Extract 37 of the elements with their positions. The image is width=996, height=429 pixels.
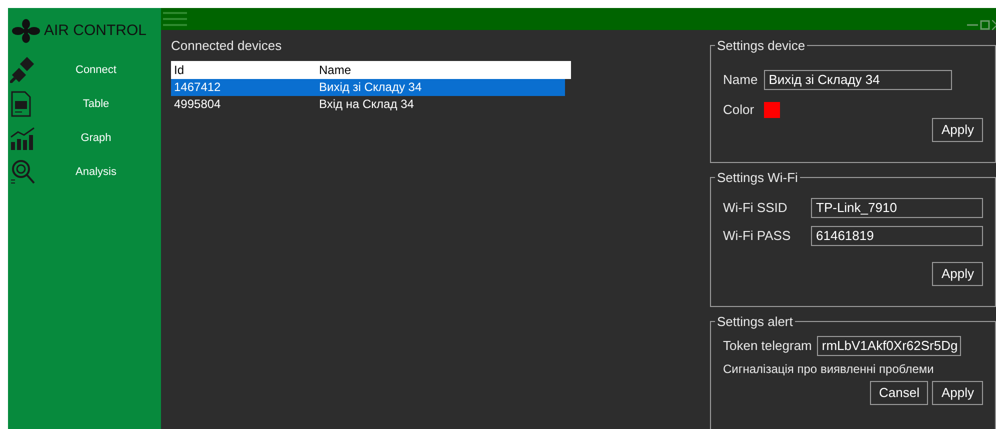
field-label: Wi-Fi SSID xyxy=(723,199,788,218)
app-title: AIR CONTROL xyxy=(44,20,147,41)
text-field[interactable]: rmLbV1Akf0Xr62Sr5Dg xyxy=(816,336,961,356)
table-cell-text: 1467412 xyxy=(173,79,222,96)
document-icon xyxy=(10,91,32,117)
apply-button[interactable]: Cansel xyxy=(870,381,928,405)
magnifier-icon xyxy=(10,159,36,185)
color-swatch[interactable] xyxy=(764,102,780,118)
fan-logo-icon xyxy=(12,19,40,43)
apply-button[interactable]: Apply xyxy=(932,262,983,286)
column-header[interactable]: Name xyxy=(316,60,571,78)
alert-message: Сигналізація про виявленні проблеми xyxy=(723,361,935,378)
apply-button[interactable]: Apply xyxy=(932,118,983,142)
apply-button[interactable]: Apply xyxy=(932,381,983,405)
table-row[interactable]: 4995804 Вхід на Склад 34 xyxy=(171,96,565,112)
field-label: Wi-Fi PASS xyxy=(723,227,792,246)
field-label: Color xyxy=(723,101,754,119)
table-cell-text: Вхід на Склад 34 xyxy=(318,96,415,113)
close-icon[interactable] xyxy=(992,20,996,30)
bar-chart-icon xyxy=(10,125,36,151)
table-cell-text: 4995804 xyxy=(173,96,222,113)
text-field[interactable]: Вихід зі Складу 34 xyxy=(764,70,952,90)
column-header[interactable]: Id xyxy=(171,60,316,78)
text-field[interactable]: TP-Link_7910 xyxy=(811,198,983,218)
menu-icon[interactable] xyxy=(163,12,187,26)
field-label: Name xyxy=(723,71,758,90)
nav-item[interactable]: Table xyxy=(61,96,131,112)
field-label: Token telegram xyxy=(723,337,812,356)
text-field[interactable]: 61461819 xyxy=(811,226,983,246)
nav-item[interactable]: Graph xyxy=(61,130,131,146)
table-cell-text: Вихід зі Складу 34 xyxy=(318,79,423,96)
nav-item[interactable]: Connect xyxy=(61,62,131,78)
plug-icon xyxy=(10,57,36,83)
table-row[interactable]: 1467412 Вихід зі Складу 34 xyxy=(171,78,565,96)
section-title: Connected devices xyxy=(171,37,283,55)
nav-item[interactable]: Analysis xyxy=(61,164,131,180)
maximize-icon[interactable] xyxy=(980,20,990,30)
